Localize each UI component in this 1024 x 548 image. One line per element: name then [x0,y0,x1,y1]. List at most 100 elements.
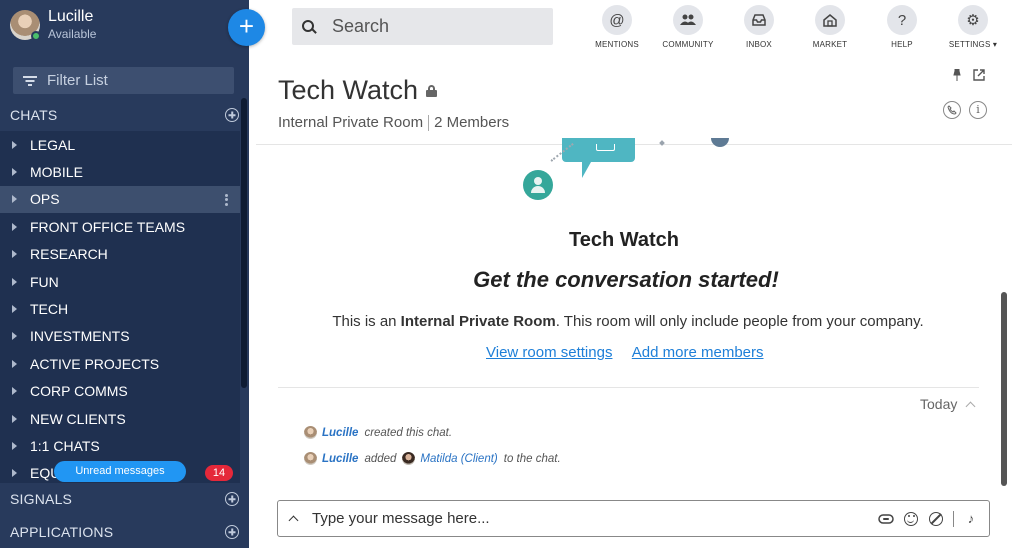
block-icon[interactable] [928,511,944,527]
market-icon [815,5,845,35]
inbox-icon [744,5,774,35]
room-type: Internal Private Room [278,114,424,131]
desc-bold: Internal Private Room [400,313,556,330]
search-icon [302,19,316,34]
nav-label: HELP [891,40,913,49]
unread-messages-button[interactable]: Unread messages [54,461,186,482]
empty-state-description: This is an Internal Private Room. This r… [0,313,1024,330]
chat-folder-label: MOBILE [30,164,83,181]
chats-section-header[interactable]: CHATS [0,100,249,130]
applications-header-label: APPLICATIONS [10,524,114,540]
system-message-added: Lucille added Matilda (Client) to the ch… [304,452,567,465]
nav-label: SETTINGS ▾ [948,40,998,49]
caret-right-icon [12,359,17,368]
nav-market[interactable]: MARKET [795,5,865,49]
more-options-icon[interactable] [225,193,228,206]
chat-folder-legal[interactable]: LEGAL [0,131,240,158]
empty-state-title: Tech Watch [568,229,679,251]
nav-settings[interactable]: ⚙ SETTINGS ▾ [938,5,1008,49]
user-link[interactable]: Matilda (Client) [420,453,497,465]
user-profile[interactable]: Lucille Available [10,8,96,42]
room-members-count[interactable]: 2 Members [434,114,509,131]
nav-help[interactable]: ? HELP [867,5,937,49]
phone-icon[interactable] [943,101,961,119]
date-label: Today [920,396,958,412]
user-link[interactable]: Lucille [322,453,358,465]
empty-state-tagline: Get the conversation started! [473,267,779,292]
chats-header-label: CHATS [10,107,58,123]
chat-folder-mobile[interactable]: MOBILE [0,158,240,185]
message-scrollbar[interactable] [1001,292,1007,486]
caret-right-icon [12,168,17,177]
caret-right-icon [12,332,17,341]
caret-right-icon [12,195,17,204]
chat-folder-new-clients[interactable]: NEW CLIENTS [0,405,240,432]
new-chat-button[interactable]: + [228,9,265,46]
add-chat-icon[interactable] [225,108,239,122]
desc-suffix: . This room will only include people fro… [555,313,924,330]
expand-chevron-icon[interactable] [288,515,299,526]
applications-section-header[interactable]: APPLICATIONS [0,517,249,547]
date-separator[interactable]: Today [920,396,976,412]
nav-inbox[interactable]: INBOX [724,5,794,49]
add-application-icon[interactable] [225,525,239,539]
chevron-up-icon [965,401,976,412]
divider [953,510,954,527]
user-status[interactable]: Available [48,26,96,42]
room-subtitle: Internal Private Room 2 Members [278,114,509,131]
system-text: added [364,452,397,465]
chat-list: LEGAL MOBILE OPS FRONT OFFICE TEAMS RESE… [0,131,240,483]
chat-folder-label: INVESTMENTS [30,328,130,345]
signals-header-label: SIGNALS [10,491,73,507]
view-room-settings-link[interactable]: View room settings [486,344,612,361]
composer-actions: ♪ [869,510,979,527]
message-composer[interactable]: Type your message here... ♪ [277,500,990,537]
system-message-created: Lucille created this chat. [304,426,458,439]
popout-icon[interactable] [973,69,985,84]
nav-label: MENTIONS [595,40,639,49]
emoji-icon[interactable] [903,511,919,527]
chat-folder-label: NEW CLIENTS [30,410,126,427]
gear-icon: ⚙ [958,5,988,35]
chat-folder-label: CORP COMMS [30,383,128,400]
caret-right-icon [12,305,17,314]
message-divider [278,387,979,388]
caret-right-icon [12,414,17,423]
lock-icon [426,85,437,97]
nav-mentions[interactable]: @ MENTIONS [582,5,652,49]
decorative-circle [711,138,729,147]
nav-label: MARKET [812,40,848,49]
caret-right-icon [12,140,17,149]
add-more-members-link[interactable]: Add more members [632,344,764,361]
filter-list-input[interactable]: Filter List [13,67,234,94]
caret-right-icon [12,387,17,396]
at-icon: @ [602,5,632,35]
chat-folder-1-1-chats[interactable]: 1:1 CHATS [0,432,240,459]
empty-state-links: View room settings Add more members [486,344,780,361]
info-icon[interactable]: i [969,101,987,119]
attachment-icon[interactable] [878,511,894,527]
nav-community[interactable]: COMMUNITY [653,5,723,49]
chat-folder-active-projects[interactable]: ACTIVE PROJECTS [0,350,240,377]
person-icon [523,170,553,200]
add-signal-icon[interactable] [225,492,239,506]
chat-bubble-detail [596,144,615,151]
filter-placeholder: Filter List [47,72,108,89]
avatar [304,452,317,465]
chat-bubble-tail [582,162,600,178]
avatar[interactable] [10,10,41,41]
pin-icon[interactable] [952,68,962,84]
avatar [304,426,317,439]
music-note-icon[interactable]: ♪ [963,511,979,527]
chat-folder-corp-comms[interactable]: CORP COMMS [0,378,240,405]
presence-indicator [31,31,41,41]
caret-right-icon [12,441,17,450]
room-title: Tech Watch [278,75,419,105]
chat-folder-label: ACTIVE PROJECTS [30,355,160,372]
message-input[interactable]: Type your message here... [312,510,869,527]
signals-section-header[interactable]: SIGNALS [0,484,249,514]
search-input[interactable]: Search [292,8,553,45]
nav-label: INBOX [746,40,772,49]
chat-folder-ops[interactable]: OPS [0,185,240,214]
user-link[interactable]: Lucille [322,427,358,439]
